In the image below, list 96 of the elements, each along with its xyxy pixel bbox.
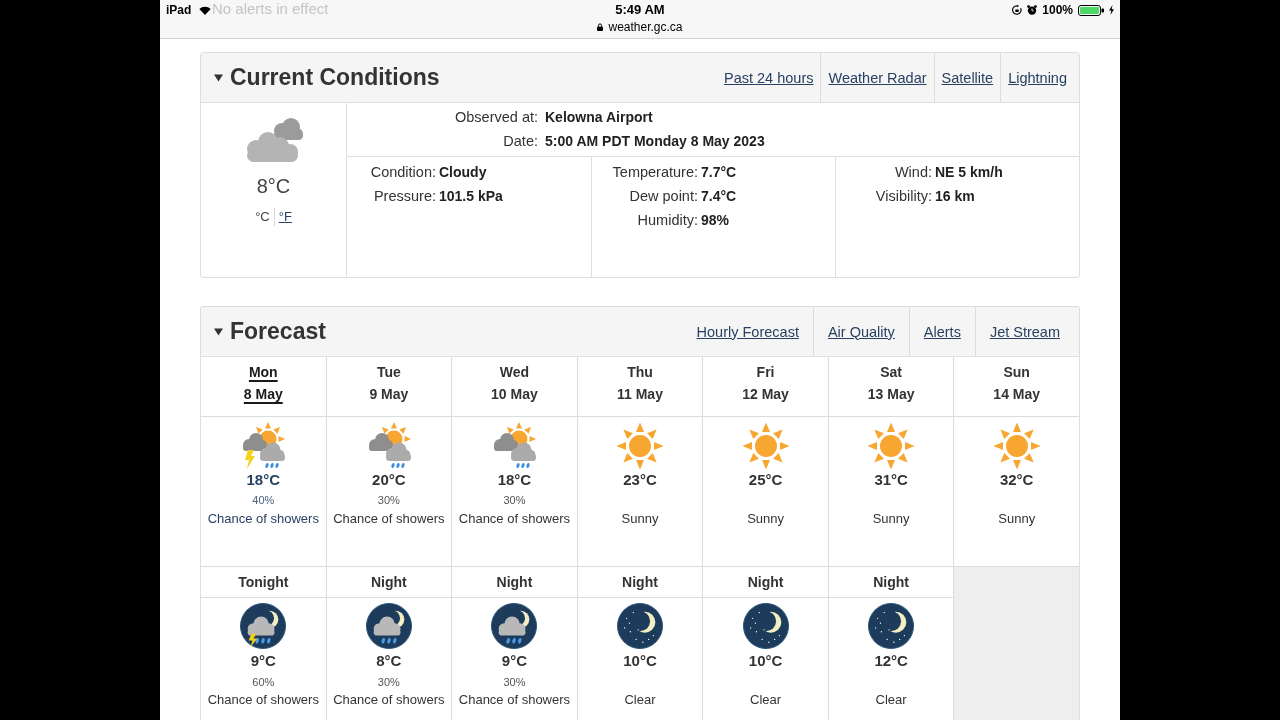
field-value: Kelowna Airport xyxy=(545,108,654,127)
field-label: Wind: xyxy=(893,163,932,182)
unit-toggle[interactable]: °F xyxy=(273,208,292,226)
night-heading: Night xyxy=(452,567,577,597)
field-label: Temperature: xyxy=(611,163,698,182)
field-label: Dew point: xyxy=(628,187,698,206)
field-label: Pressure: xyxy=(372,187,436,206)
high-temperature: 31°C xyxy=(874,470,908,490)
clock: 5:49 AM xyxy=(615,1,665,19)
high-temperature: 20°C xyxy=(372,470,406,490)
sun-icon xyxy=(992,422,1041,470)
lock-icon xyxy=(597,23,604,31)
forecast-summary: Clear xyxy=(624,691,656,709)
high-temperature: 18°C xyxy=(246,470,281,490)
moon-stars-icon xyxy=(617,603,663,649)
night-heading: Tonight xyxy=(201,567,326,597)
forecast-summary: Sunny xyxy=(621,510,659,528)
precipitation-chance: 30% xyxy=(503,493,526,508)
sun-icon xyxy=(616,422,664,470)
day-heading: Mon 8 May xyxy=(201,357,326,416)
field-value: NE 5 km/h xyxy=(935,163,1004,182)
section-toggle[interactable]: Forecast xyxy=(214,318,326,345)
day-heading: Wed 10 May xyxy=(452,357,577,416)
field-value: 7.7°C xyxy=(701,163,738,182)
battery-percent: 100% xyxy=(1042,3,1073,17)
low-temperature: 12°C xyxy=(874,651,908,671)
precipitation-chance: 30% xyxy=(377,675,400,690)
night-heading: Night xyxy=(828,567,954,597)
day-heading: Sat 13 May xyxy=(828,357,954,416)
field-label: Observed at: xyxy=(454,108,538,127)
battery-icon xyxy=(1078,4,1104,16)
moon-cloud-rain-icon xyxy=(365,603,412,649)
low-temperature: 10°C xyxy=(748,651,783,671)
moon-stars-icon xyxy=(742,603,789,649)
precipitation-chance: 30% xyxy=(503,675,526,690)
field-label: Visibility: xyxy=(874,187,932,206)
precipitation-chance: 60% xyxy=(252,675,275,690)
alarm-icon xyxy=(1027,5,1038,15)
sun-icon xyxy=(867,422,916,470)
field-label: Date: xyxy=(502,132,538,151)
forecast-summary: Chance of showers xyxy=(333,510,445,528)
header-link[interactable]: Air Quality xyxy=(812,307,909,356)
forecast-summary: Chance of showers xyxy=(458,691,571,709)
field-value: 7.4°C xyxy=(701,187,738,206)
charging-bolt-icon xyxy=(1109,5,1114,15)
forecast-summary: Sunny xyxy=(872,510,910,528)
header-link[interactable]: Alerts xyxy=(908,307,975,356)
sun-icon xyxy=(741,422,790,470)
forecast-summary: Clear xyxy=(875,691,907,709)
field-label: Humidity: xyxy=(636,211,698,230)
wifi-icon xyxy=(199,5,212,15)
field-value: 16 km xyxy=(935,187,976,206)
header-link[interactable]: Lightning xyxy=(1000,53,1074,102)
device-name: iPad xyxy=(166,3,192,17)
night-heading: Night xyxy=(703,567,828,597)
section-toggle[interactable]: Current Conditions xyxy=(214,64,440,91)
high-temperature: 18°C xyxy=(497,470,532,490)
high-temperature: 32°C xyxy=(999,470,1034,490)
forecast-summary: Chance of showers xyxy=(207,691,319,709)
unit-toggle[interactable]: °C xyxy=(255,208,274,226)
day-heading: Sun 14 May xyxy=(954,357,1079,416)
header-link[interactable]: Weather Radar xyxy=(820,53,934,102)
low-temperature: 9°C xyxy=(501,651,527,671)
field-label: Condition: xyxy=(369,163,436,182)
field-value: 101.5 kPa xyxy=(439,187,504,206)
high-temperature: 23°C xyxy=(623,470,657,490)
address-url[interactable]: weather.gc.ca xyxy=(608,20,683,34)
high-temperature: 25°C xyxy=(748,470,783,490)
field-value: Cloudy xyxy=(439,163,488,182)
night-heading: Night xyxy=(577,567,703,597)
low-temperature: 8°C xyxy=(376,651,402,671)
current-temperature: 8°C xyxy=(256,174,291,198)
forecast-summary: Sunny xyxy=(998,510,1036,528)
day-heading: Fri 12 May xyxy=(703,357,828,416)
day-heading: Thu 11 May xyxy=(577,357,703,416)
field-value: 98% xyxy=(701,211,731,230)
moon-stars-icon xyxy=(868,603,915,649)
forecast-summary: Chance of showers xyxy=(458,510,571,528)
precipitation-chance: 30% xyxy=(377,493,400,508)
field-value: 5:00 AM PDT Monday 8 May 2023 xyxy=(545,132,766,151)
forecast-summary: Sunny xyxy=(747,510,784,528)
night-heading: Night xyxy=(326,567,452,597)
low-temperature: 10°C xyxy=(623,651,657,671)
moon-cloud-rain-lightning-icon xyxy=(240,603,287,649)
forecast-summary: Clear xyxy=(750,691,782,709)
header-link[interactable]: Satellite xyxy=(933,53,1001,102)
rotation-lock-icon xyxy=(1012,5,1023,15)
low-temperature: 9°C xyxy=(250,651,276,671)
moon-cloud-rain-icon xyxy=(491,603,538,649)
forecast-summary: Chance of showers xyxy=(207,510,319,528)
header-link[interactable]: Past 24 hours xyxy=(717,53,821,102)
header-link[interactable]: Hourly Forecast xyxy=(682,307,813,356)
header-link[interactable]: Jet Stream xyxy=(974,307,1074,356)
day-heading: Tue 9 May xyxy=(326,357,452,416)
precipitation-chance: 40% xyxy=(252,493,275,508)
forecast-summary: Chance of showers xyxy=(333,691,445,709)
